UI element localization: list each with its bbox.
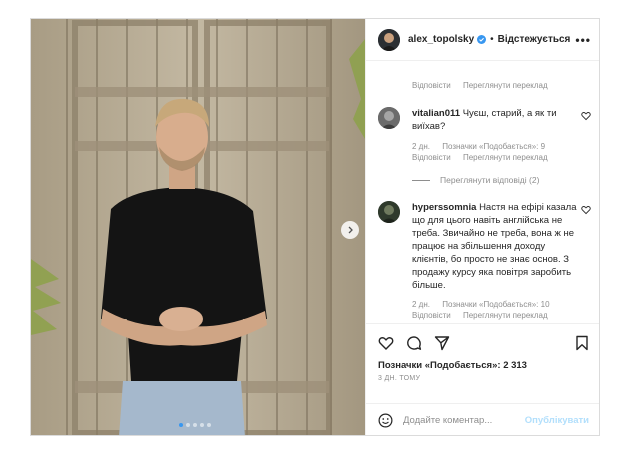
avatar[interactable] [378,28,400,51]
carousel-next-button[interactable] [341,221,359,239]
header-separator: • [490,34,494,45]
commenter-avatar-image [378,107,400,129]
bookmark-icon[interactable] [575,335,589,351]
view-replies-label: Переглянути відповіді (2) [440,175,540,185]
post-photo-image [31,19,365,435]
comment-age: 2 дн. [412,142,430,151]
chevron-right-icon [348,226,353,234]
comment-username[interactable]: vitalian011 [412,108,460,119]
post-sidebar: alex_topolsky • Відстежується ••• Відпов… [365,19,599,435]
post-date[interactable]: 3 ДН. ТОМУ [378,375,589,382]
reply-link[interactable]: Відповісти [412,311,451,320]
comment-username[interactable]: hyperssomnia [412,202,476,213]
carousel-dot [200,423,204,427]
comment-body: hyperssomnia Настя на ефірі казала що дл… [412,201,580,292]
share-icon[interactable] [434,335,450,351]
commenter-avatar-image [378,201,400,223]
post-header: alex_topolsky • Відстежується ••• [366,19,599,61]
reply-link[interactable]: Відповісти [412,153,451,162]
previous-comment-meta: Відповісти Переглянути переклад [412,81,558,90]
carousel-dot [207,423,211,427]
post-actions: Позначки «Подобається»: 2 313 3 ДН. ТОМУ [366,323,599,382]
translate-link[interactable]: Переглянути переклад [463,311,548,320]
translate-link[interactable]: Переглянути переклад [463,81,548,90]
comment-text: Настя на ефірі казала що для цього навіт… [412,202,577,291]
comment-likes[interactable]: Позначки «Подобається»: 10 [442,300,549,309]
post-dialog: alex_topolsky • Відстежується ••• Відпов… [30,18,600,436]
comment-meta: 2 дн. Позначки «Подобається»: 10 Відпові… [412,299,591,321]
carousel-dot [179,423,183,427]
comment-age: 2 дн. [412,300,430,309]
emoji-icon[interactable] [378,413,393,428]
author-avatar-image [378,28,400,51]
replies-divider [412,179,430,181]
comment-item: vitalian011 Чуєш, старий, а як ти виїхав… [378,107,591,163]
comments-list[interactable]: Відповісти Переглянути переклад vitalian… [366,61,599,323]
comment-icon[interactable] [406,335,422,351]
carousel-indicator [179,423,211,427]
heart-icon[interactable] [378,335,394,351]
carousel-dot [186,423,190,427]
comment-likes[interactable]: Позначки «Подобається»: 9 [442,142,545,151]
reply-link[interactable]: Відповісти [412,81,451,90]
like-comment-heart-icon[interactable] [581,111,591,121]
post-likes-count[interactable]: Позначки «Подобається»: 2 313 [378,360,589,371]
comment-meta: 2 дн. Позначки «Подобається»: 9 Відповіс… [412,141,591,163]
avatar[interactable] [378,107,400,129]
more-horizontal-icon[interactable]: ••• [575,33,591,47]
author-username[interactable]: alex_topolsky [408,34,474,45]
verified-badge-icon [477,35,487,44]
comment-item: hyperssomnia Настя на ефірі казала що дл… [378,201,591,321]
following-button[interactable]: Відстежується [498,34,571,45]
view-replies-button[interactable]: Переглянути відповіді (2) [412,175,539,185]
add-comment-bar: Опублікувати [366,403,599,435]
publish-button[interactable]: Опублікувати [525,415,589,426]
comment-body: vitalian011 Чуєш, старий, а як ти виїхав… [412,107,580,133]
comment-input[interactable] [403,415,523,426]
action-icons [378,332,589,354]
carousel-dot [193,423,197,427]
translate-link[interactable]: Переглянути переклад [463,153,548,162]
like-comment-heart-icon[interactable] [581,205,591,215]
post-photo[interactable] [31,19,365,435]
avatar[interactable] [378,201,400,223]
